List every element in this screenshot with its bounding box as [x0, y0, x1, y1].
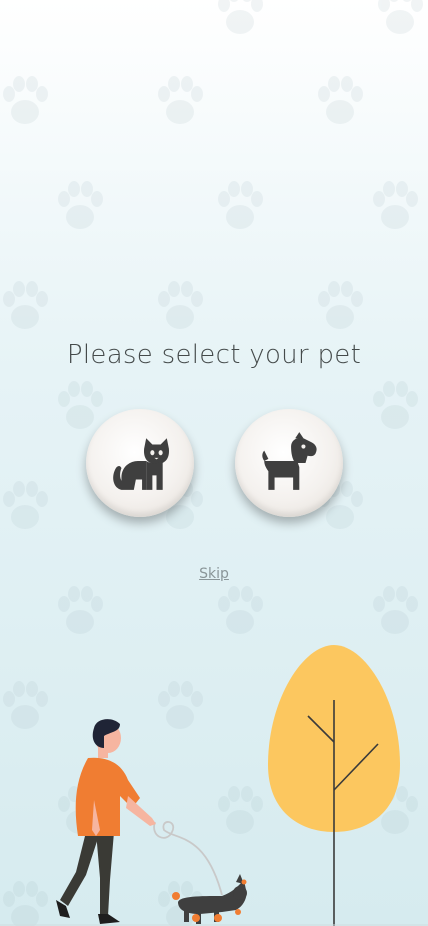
person-illustration [56, 719, 156, 924]
walking-dog-illustration [0, 645, 428, 926]
tree-illustration [268, 645, 400, 926]
dog-illustration [172, 874, 247, 924]
